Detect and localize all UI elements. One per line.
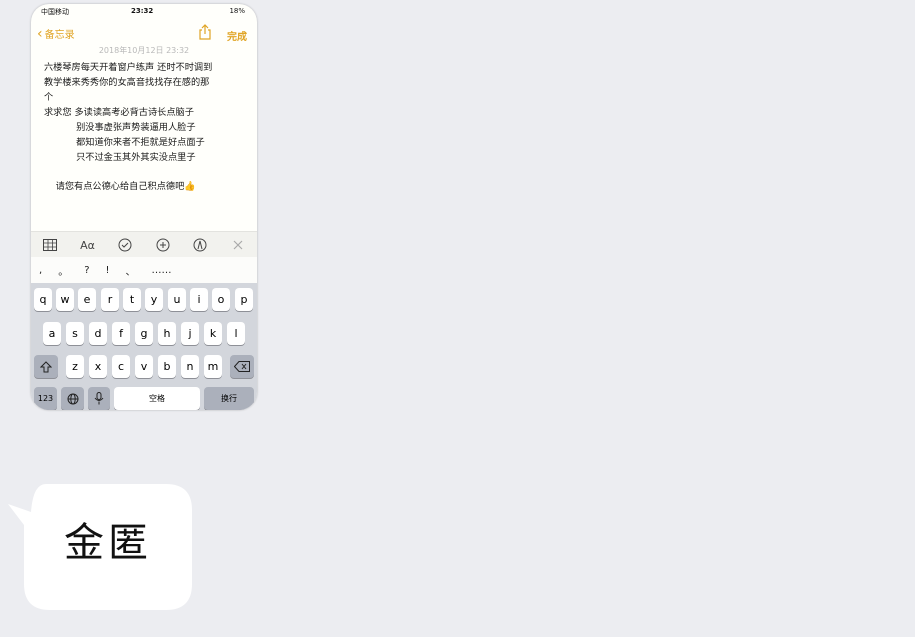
phone-screenshot: 中国移动 23:32 18% ‹ 备忘录 完成 2018年10月12日 23:3… (31, 4, 257, 410)
backspace-icon (234, 361, 250, 372)
key-u[interactable]: u (168, 288, 186, 311)
key-n[interactable]: n (181, 355, 199, 378)
note-line: 请您有点公德心给自己积点德吧👍 (44, 181, 196, 192)
share-icon[interactable] (198, 24, 212, 40)
key-d[interactable]: d (89, 322, 107, 345)
key-row-1: q w e r t y u i o p (31, 288, 257, 312)
key-j[interactable]: j (181, 322, 199, 345)
key-x[interactable]: x (89, 355, 107, 378)
key-t[interactable]: t (123, 288, 141, 311)
key-i[interactable]: i (190, 288, 208, 311)
globe-key[interactable] (61, 387, 84, 410)
speech-bubble: 金匿 (0, 470, 200, 620)
numbers-key[interactable]: 123 (34, 387, 57, 410)
note-line: 教学楼来秀秀你的女高音找找存在感的那 (44, 77, 210, 88)
status-bar: 中国移动 23:32 18% (31, 4, 257, 20)
done-button[interactable]: 完成 (227, 28, 247, 43)
note-line: 只不过金玉其外其实没点里子 (44, 152, 196, 163)
note-line: 都知道你来者不拒就是好点面子 (44, 137, 205, 148)
back-button[interactable]: ‹ 备忘录 (37, 25, 75, 42)
key-h[interactable]: h (158, 322, 176, 345)
key-g[interactable]: g (135, 322, 153, 345)
punctuation-bar: , 。 ? ! 、 …… (31, 257, 257, 283)
key-e[interactable]: e (78, 288, 96, 311)
key-l[interactable]: l (227, 322, 245, 345)
keyboard: q w e r t y u i o p a s d f g h j k l z (31, 283, 257, 410)
format-text-button[interactable]: Aα (77, 235, 97, 255)
key-w[interactable]: w (56, 288, 74, 311)
key-row-3: z x c v b n m (31, 355, 257, 379)
key-o[interactable]: o (212, 288, 230, 311)
back-label: 备忘录 (44, 30, 75, 41)
return-key[interactable]: 换行 (204, 387, 254, 410)
carrier-label: 中国移动 (41, 8, 69, 16)
key-f[interactable]: f (112, 322, 130, 345)
key-c[interactable]: c (112, 355, 130, 378)
key-a[interactable]: a (43, 322, 61, 345)
key-z[interactable]: z (66, 355, 84, 378)
key-v[interactable]: v (135, 355, 153, 378)
note-line (44, 165, 249, 179)
key-p[interactable]: p (235, 288, 253, 311)
key-y[interactable]: y (145, 288, 163, 311)
note-line: 六楼琴房每天开着窗户练声 还时不时调到 (44, 62, 213, 73)
globe-icon (67, 393, 78, 404)
note-line: 个 (44, 92, 54, 103)
status-time: 23:32 (131, 7, 154, 15)
note-line: 别没事虚张声势装逼用人脸子 (44, 122, 196, 133)
key-m[interactable]: m (204, 355, 222, 378)
delete-key[interactable] (230, 355, 254, 378)
microphone-icon (94, 392, 104, 405)
plus-circle-icon[interactable] (153, 235, 173, 255)
close-icon[interactable] (228, 235, 248, 255)
note-body[interactable]: 六楼琴房每天开着窗户练声 还时不时调到 教学楼来秀秀你的女高音找找存在感的那 个… (44, 60, 249, 194)
battery-label: 18% (229, 7, 245, 15)
key-r[interactable]: r (101, 288, 119, 311)
table-icon[interactable] (40, 235, 60, 255)
shift-icon (40, 360, 52, 372)
punct-key[interactable]: 、 (126, 263, 136, 278)
space-key[interactable]: 空格 (114, 387, 200, 410)
markup-pen-icon[interactable] (190, 235, 210, 255)
punct-key[interactable]: …… (152, 265, 172, 276)
punct-key[interactable]: , (39, 265, 42, 276)
shift-key[interactable] (34, 355, 58, 378)
format-toolbar: Aα (31, 231, 257, 258)
note-line: 求求您 多读读高考必背古诗长点脑子 (44, 107, 194, 118)
key-s[interactable]: s (66, 322, 84, 345)
key-row-4: 123 空格 换行 (31, 387, 257, 410)
nav-bar: ‹ 备忘录 完成 (31, 21, 257, 47)
punct-key[interactable]: 。 (58, 263, 68, 278)
key-k[interactable]: k (204, 322, 222, 345)
note-date: 2018年10月12日 23:32 (98, 46, 190, 55)
chevron-left-icon: ‹ (37, 25, 43, 42)
key-row-2: a s d f g h j k l (31, 322, 257, 346)
punct-key[interactable]: ? (84, 265, 89, 276)
punct-key[interactable]: ! (106, 265, 110, 276)
key-q[interactable]: q (34, 288, 52, 311)
key-b[interactable]: b (158, 355, 176, 378)
mic-key[interactable] (88, 387, 110, 410)
checklist-icon[interactable] (115, 235, 135, 255)
bubble-text: 金匿 (64, 520, 152, 566)
